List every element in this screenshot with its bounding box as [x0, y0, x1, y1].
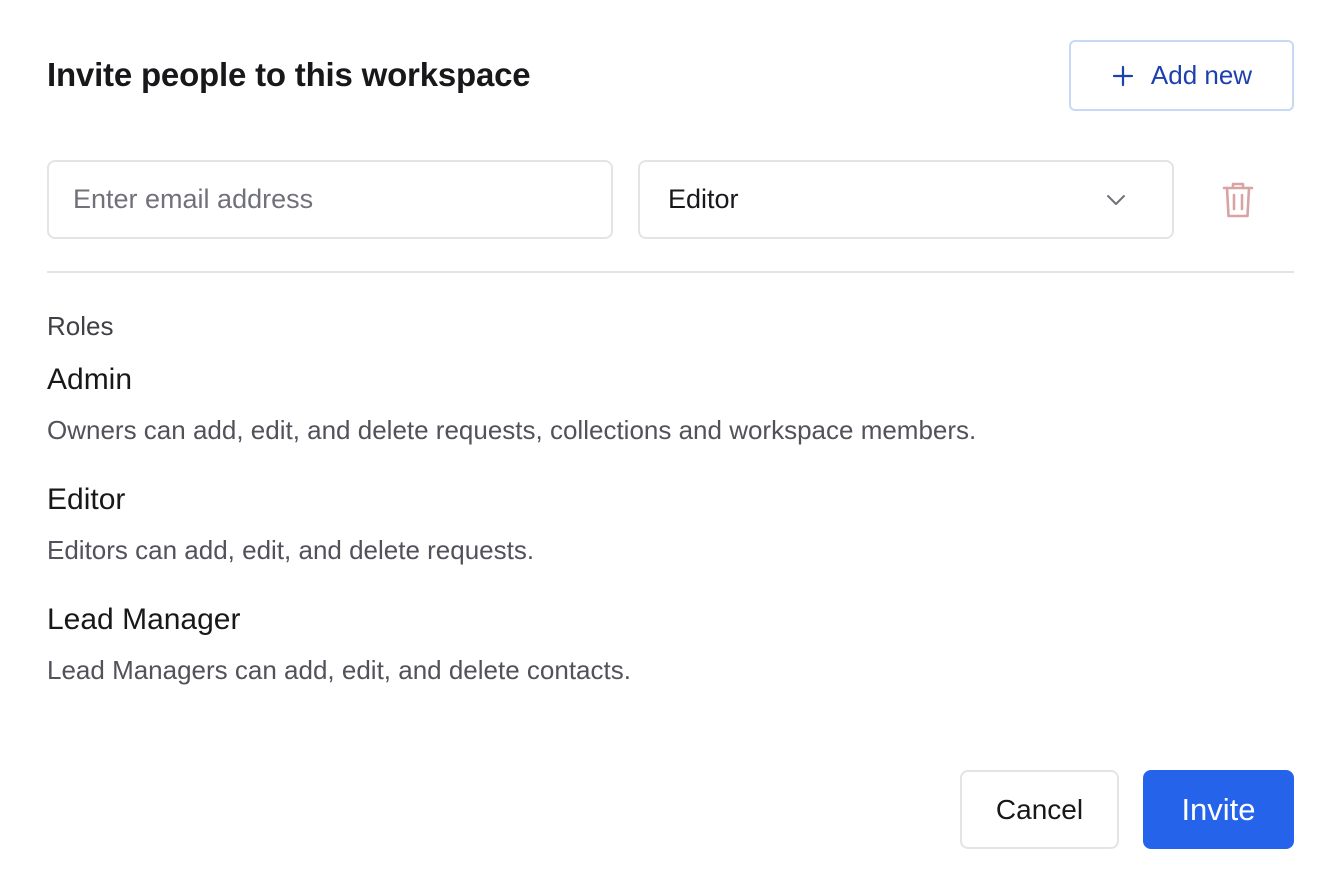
role-name-lead-manager: Lead Manager — [47, 603, 241, 636]
role-select-value: Editor — [668, 184, 739, 214]
role-select[interactable]: Editor — [638, 160, 1174, 239]
dialog-title: Invite people to this workspace — [47, 56, 531, 93]
role-description-lead-manager: Lead Managers can add, edit, and delete … — [47, 655, 631, 685]
role-description-admin: Owners can add, edit, and delete request… — [47, 415, 977, 445]
role-name-editor: Editor — [47, 483, 126, 516]
chevron-down-icon — [1104, 188, 1128, 212]
role-name-admin: Admin — [47, 363, 133, 396]
add-new-button[interactable]: Add new — [1069, 40, 1294, 111]
divider — [47, 271, 1294, 273]
email-input[interactable] — [47, 160, 613, 239]
add-new-label: Add new — [1150, 60, 1253, 90]
invite-button[interactable]: Invite — [1143, 770, 1294, 849]
delete-row-button[interactable] — [1218, 180, 1258, 220]
trash-icon — [1221, 181, 1255, 219]
role-description-editor: Editors can add, edit, and delete reques… — [47, 535, 535, 565]
roles-heading: Roles — [47, 311, 114, 341]
plus-icon — [1111, 64, 1135, 88]
cancel-button[interactable]: Cancel — [960, 770, 1119, 849]
